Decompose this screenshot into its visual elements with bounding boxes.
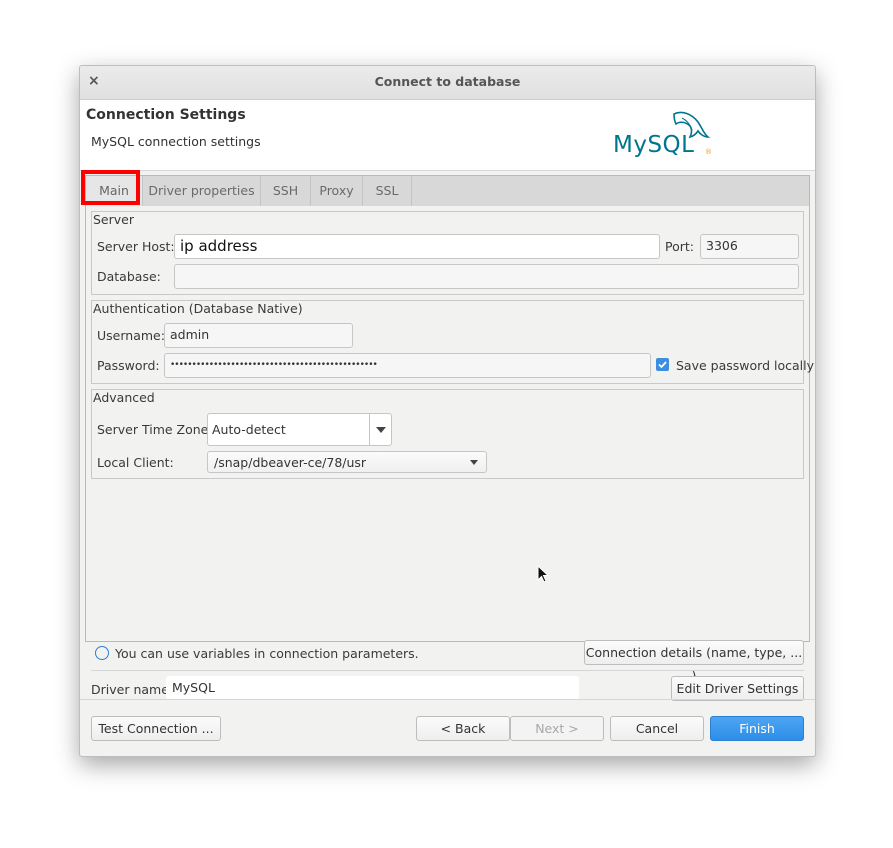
logo-text: MySQL — [613, 132, 695, 158]
main-tab-panel: Server Server Host: ip address Port: 330… — [85, 206, 814, 701]
timezone-value: Auto-detect — [212, 422, 286, 437]
footer-divider — [80, 699, 815, 700]
tab-driver-properties[interactable]: Driver properties — [143, 176, 261, 206]
port-input[interactable]: 3306 — [700, 234, 799, 259]
port-label: Port: — [665, 239, 694, 254]
username-input[interactable]: admin — [164, 323, 353, 348]
database-label: Database: — [97, 269, 161, 284]
advanced-group: Advanced Server Time Zone: Auto-detect L… — [91, 389, 804, 479]
info-text: You can use variables in connection para… — [115, 646, 419, 661]
info-icon — [95, 646, 109, 660]
highlight-box — [81, 170, 140, 205]
driver-name-label: Driver name: — [91, 682, 174, 697]
divider — [91, 670, 804, 671]
checkmark-icon — [658, 361, 667, 369]
server-group: Server Server Host: ip address Port: 330… — [91, 211, 804, 295]
test-connection-button[interactable]: Test Connection ... — [91, 716, 221, 741]
server-host-input[interactable]: ip address — [174, 234, 660, 259]
back-button[interactable]: < Back — [416, 716, 510, 741]
advanced-group-label: Advanced — [93, 390, 155, 405]
timezone-combo[interactable]: Auto-detect — [207, 413, 392, 446]
tab-ssh[interactable]: SSH — [261, 176, 311, 206]
connection-details-button[interactable]: Connection details (name, type, ... ) — [584, 640, 804, 683]
database-input[interactable] — [174, 264, 799, 289]
local-client-value: /snap/dbeaver-ce/78/usr — [214, 455, 367, 470]
settings-header: Connection Settings MySQL connection set… — [80, 100, 815, 171]
auth-group: Authentication (Database Native) Usernam… — [91, 300, 814, 384]
timezone-label: Server Time Zone: — [97, 422, 213, 437]
cancel-button[interactable]: Cancel — [610, 716, 704, 741]
window-title: Connect to database — [374, 74, 521, 89]
chevron-down-icon[interactable] — [376, 427, 386, 433]
server-host-label: Server Host: — [97, 239, 175, 254]
local-client-select[interactable]: /snap/dbeaver-ce/78/usr — [207, 451, 487, 473]
mouse-cursor-icon — [537, 565, 550, 583]
mysql-wordmark: MySQL — [613, 132, 694, 158]
save-password-checkbox[interactable] — [656, 358, 669, 371]
server-group-label: Server — [93, 212, 134, 227]
combo-divider — [369, 414, 370, 445]
connect-dialog: × Connect to database Connection Setting… — [79, 65, 816, 757]
mysql-logo: MySQL ® — [612, 106, 718, 166]
driver-name-field: MySQL — [166, 676, 579, 700]
password-input[interactable]: ••••••••••••••••••••••••••••••••••••••••… — [164, 353, 651, 378]
page-subtitle: MySQL connection settings — [91, 134, 261, 149]
tab-ssl[interactable]: SSL — [363, 176, 412, 206]
tab-proxy[interactable]: Proxy — [311, 176, 363, 206]
finish-button[interactable]: Finish — [710, 716, 804, 741]
title-bar: × Connect to database — [80, 66, 815, 100]
registered-mark: ® — [705, 148, 712, 156]
page-title: Connection Settings — [86, 107, 246, 123]
save-password-label: Save password locally — [676, 358, 814, 373]
local-client-label: Local Client: — [97, 455, 174, 470]
username-label: Username: — [97, 328, 165, 343]
password-label: Password: — [97, 358, 160, 373]
auth-group-label: Authentication (Database Native) — [93, 301, 303, 316]
edit-driver-settings-button[interactable]: Edit Driver Settings — [671, 676, 804, 701]
tab-bar: Main Driver properties SSH Proxy SSL — [85, 175, 810, 207]
next-button[interactable]: Next > — [510, 716, 604, 741]
chevron-down-icon[interactable] — [470, 460, 478, 465]
